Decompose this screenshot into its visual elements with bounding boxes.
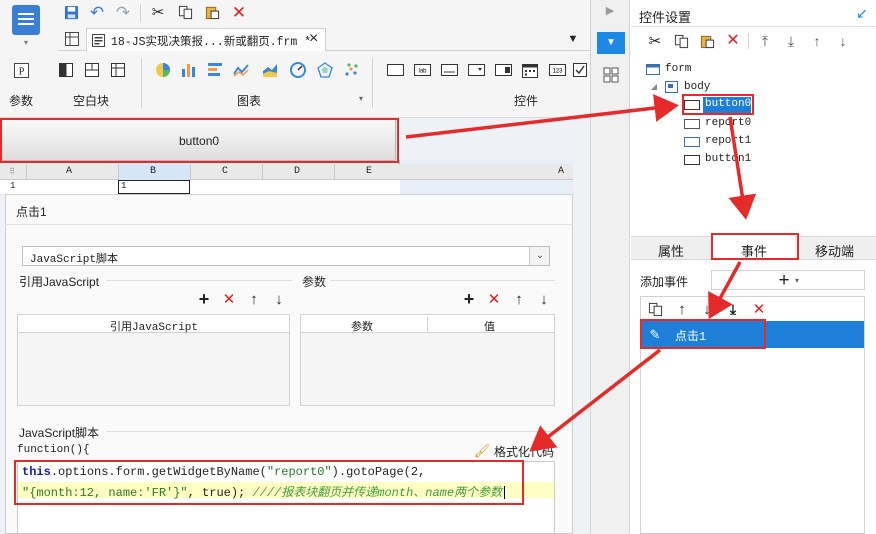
arrow-to-events-tab: [728, 116, 757, 220]
arrow-to-code: [529, 348, 662, 452]
arrow-to-event-item: [708, 261, 742, 320]
arrow-to-tree: [405, 94, 679, 139]
annotation-arrows: [405, 94, 757, 452]
